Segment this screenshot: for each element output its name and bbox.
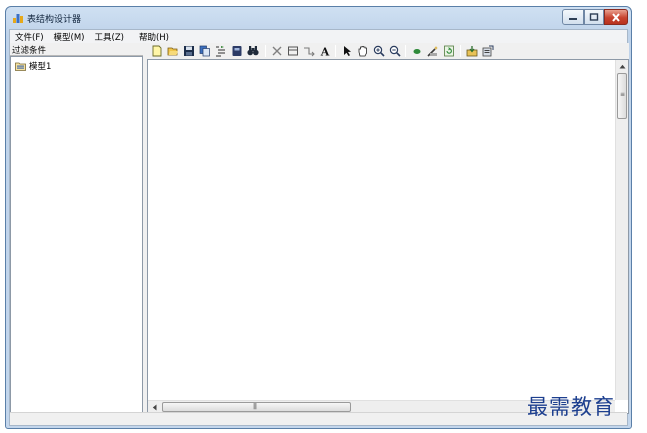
copy-icon[interactable] [199,45,211,57]
svg-text:A: A [320,46,330,58]
indent-icon[interactable] [215,45,227,57]
close-button[interactable] [604,9,628,25]
tree-item-label: 模型1 [29,62,52,72]
find-icon[interactable] [247,45,259,57]
arrow-up-icon [619,64,625,68]
app-icon [13,14,23,23]
grip-icon: ||| [253,403,257,410]
window-title: 表结构设计器 [27,15,82,25]
zoom-out-icon[interactable] [389,45,401,57]
tree-item-model[interactable]: 模型1 [15,60,51,72]
menu-tools[interactable]: 工具(Z) [90,30,129,43]
save-icon[interactable] [183,45,195,57]
minimize-button[interactable] [562,9,584,25]
relation-icon[interactable] [303,45,315,57]
design-canvas[interactable]: ≡ ||| [147,59,629,414]
toolbar-separator [460,45,461,57]
filter-header: 过滤条件 [10,43,143,56]
menu-file[interactable]: 文件(F) [10,30,49,43]
model-folder-icon [15,62,26,71]
import-icon[interactable] [466,45,478,57]
open-folder-icon[interactable] [167,45,179,57]
wand-icon[interactable] [427,45,439,57]
grip-icon: ≡ [620,91,626,98]
refresh-icon[interactable] [443,45,455,57]
menu-model[interactable]: 模型(M) [49,30,90,43]
vertical-scroll-thumb[interactable]: ≡ [617,73,627,119]
toolbar-separator [335,45,336,57]
title-bar[interactable]: 表结构设计器 [6,7,631,29]
app-window: 表结构设计器 文件(F) 模型(M) 工具(Z) 帮助(H) 过滤条件 模型1 … [5,6,632,429]
zoom-in-icon[interactable] [373,45,385,57]
toolbar-separator [405,45,406,57]
scroll-up-button[interactable] [616,60,628,72]
maximize-button[interactable] [584,9,604,25]
toolbar-separator [265,45,266,57]
hand-icon[interactable] [357,45,369,57]
watermark-text: 最需教育 [527,395,615,419]
text-icon[interactable]: A [319,45,331,58]
book-icon[interactable] [231,45,243,57]
dot-icon[interactable] [411,45,423,57]
vertical-scrollbar[interactable]: ≡ [615,60,628,400]
new-icon[interactable] [151,45,163,57]
menu-bar: 文件(F) 模型(M) 工具(Z) 帮助(H) [10,30,627,43]
client-area: 文件(F) 模型(M) 工具(Z) 帮助(H) 过滤条件 模型1 A ≡ ||| [9,29,629,426]
table-icon[interactable] [287,45,299,57]
delete-icon[interactable] [271,45,283,57]
maximize-icon [589,13,599,21]
menu-help[interactable]: 帮助(H) [134,30,174,43]
pointer-icon[interactable] [341,45,353,57]
left-panel: 过滤条件 模型1 [10,43,143,414]
export-icon[interactable] [482,45,494,57]
minimize-icon [569,18,577,20]
toolbar: A [147,43,629,59]
close-icon [612,12,620,22]
model-tree[interactable]: 模型1 [10,56,143,414]
horizontal-scroll-thumb[interactable]: ||| [162,402,351,412]
arrow-left-icon [152,404,156,410]
